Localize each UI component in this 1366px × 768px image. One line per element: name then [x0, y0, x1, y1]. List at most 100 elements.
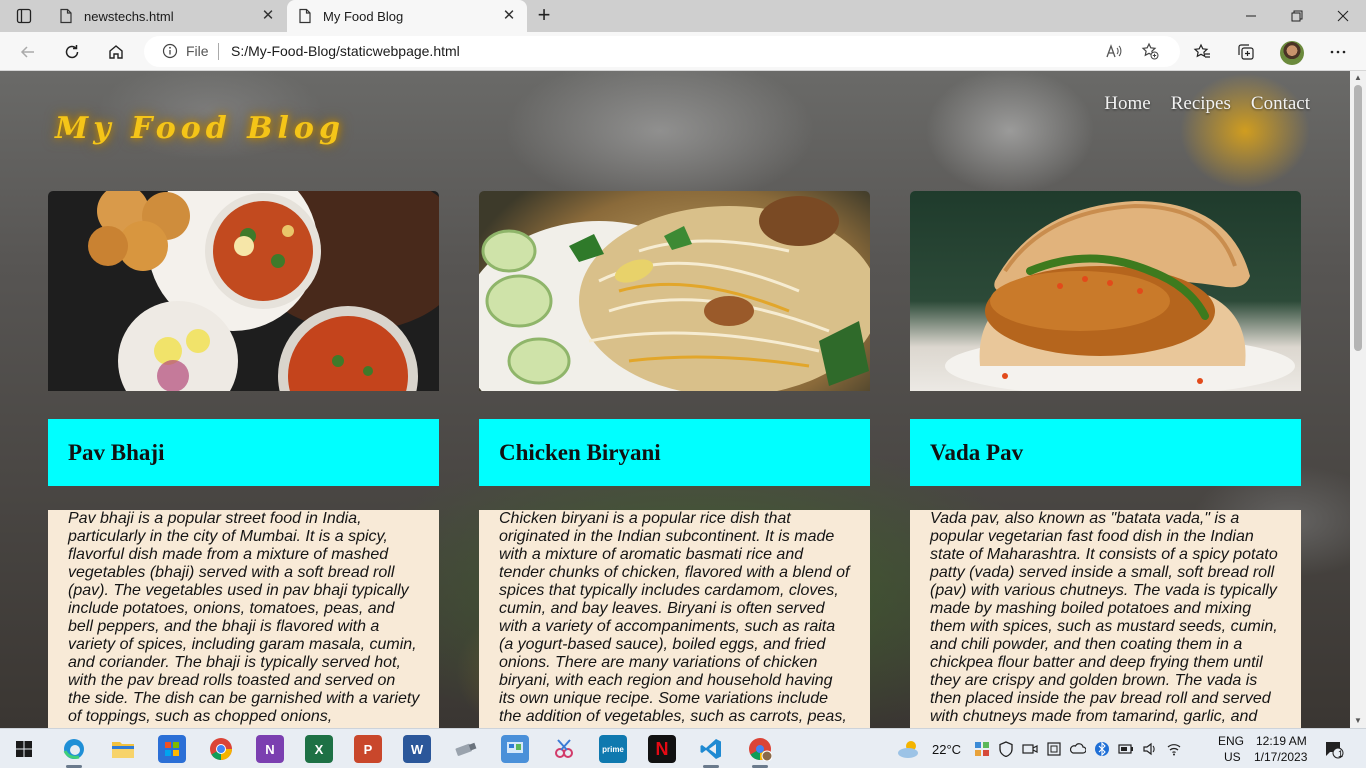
tab-actions-icon — [16, 8, 32, 24]
read-aloud-icon — [1106, 44, 1122, 58]
card-description-text: Vada pav, also known as "batata vada," i… — [930, 510, 1278, 725]
scroll-up-arrow-icon[interactable]: ▲ — [1350, 71, 1366, 85]
close-window-button[interactable] — [1320, 0, 1366, 32]
minimize-icon — [1246, 15, 1256, 17]
browser-toolbar: File S:/My-Food-Blog/staticwebpage.html — [0, 32, 1366, 71]
language-indicator[interactable]: ENG — [1218, 734, 1244, 748]
collections-icon — [1238, 44, 1254, 60]
close-tab-icon[interactable]: ✕ — [260, 8, 276, 24]
tab-title: newstechs.html — [84, 8, 174, 24]
home-icon — [109, 45, 123, 59]
start-button[interactable] — [10, 735, 38, 763]
clock-date[interactable]: 1/17/2023 — [1254, 750, 1307, 764]
new-tab-button[interactable]: + — [532, 4, 556, 28]
tab-my-food-blog[interactable]: My Food Blog ✕ — [287, 0, 527, 32]
read-aloud-button[interactable] — [1104, 41, 1124, 61]
scrollbar-thumb[interactable] — [1354, 85, 1362, 351]
favorites-icon — [1193, 43, 1210, 58]
card-description-text: Chicken biryani is a popular rice dish t… — [499, 510, 850, 725]
url-text[interactable]: S:/My-Food-Blog/staticwebpage.html — [231, 43, 460, 59]
info-icon[interactable] — [162, 43, 178, 59]
tab-actions-menu[interactable] — [8, 4, 40, 28]
security-shield-icon[interactable] — [996, 735, 1016, 763]
app-tray-icon[interactable] — [972, 735, 992, 763]
powerpoint-icon[interactable]: P — [354, 735, 382, 763]
wifi-icon[interactable] — [1164, 735, 1184, 763]
battery-icon[interactable] — [1116, 735, 1136, 763]
chicken-biryani-image — [479, 191, 870, 391]
recipe-card-chicken-biryani: Chicken Biryani Chicken biryani is a pop… — [479, 191, 870, 728]
refresh-button[interactable] — [58, 38, 86, 66]
word-icon[interactable]: W — [403, 735, 431, 763]
prime-video-icon[interactable]: prime — [599, 735, 627, 763]
favorites-button[interactable] — [1188, 38, 1216, 66]
back-button[interactable] — [14, 38, 42, 66]
chrome-profile-icon[interactable] — [746, 735, 774, 763]
vs-code-icon[interactable] — [697, 735, 725, 763]
volume-icon[interactable] — [1140, 735, 1160, 763]
windows-taskbar: N X P W prime N 22°C ENG US 12:19 AM 1/1… — [0, 728, 1366, 768]
restore-icon — [1291, 10, 1303, 22]
file-page-icon — [60, 8, 72, 24]
minimize-button[interactable] — [1228, 0, 1274, 32]
page-viewport: My Food Blog Home Recipes Contact Pav Bh… — [0, 71, 1350, 728]
chrome-icon[interactable] — [207, 735, 235, 763]
file-page-icon — [299, 8, 311, 24]
netflix-icon[interactable]: N — [648, 735, 676, 763]
meet-now-icon[interactable] — [1020, 735, 1040, 763]
star-add-icon — [1141, 42, 1159, 60]
snipping-tool-icon[interactable] — [550, 735, 578, 763]
vertical-scrollbar[interactable]: ▲ ▼ — [1350, 71, 1366, 728]
nav-link-recipes[interactable]: Recipes — [1171, 93, 1231, 115]
notification-count: 1 — [1338, 749, 1344, 759]
window-tray-icon[interactable] — [1044, 735, 1064, 763]
settings-more-button[interactable] — [1324, 38, 1352, 66]
clock-time[interactable]: 12:19 AM — [1256, 734, 1307, 748]
excel-icon[interactable]: X — [305, 735, 333, 763]
card-title-box: Chicken Biryani — [479, 419, 870, 486]
browser-tab-bar: newstechs.html ✕ My Food Blog ✕ + — [0, 0, 1366, 32]
usb-drive-icon[interactable] — [452, 735, 480, 763]
profile-avatar[interactable] — [1280, 41, 1304, 65]
close-icon — [1337, 10, 1349, 22]
nav-link-contact[interactable]: Contact — [1251, 93, 1310, 115]
edge-taskbar-icon[interactable] — [60, 735, 88, 763]
card-title: Pav Bhaji — [68, 439, 165, 465]
card-title-box: Pav Bhaji — [48, 419, 439, 486]
home-button[interactable] — [102, 38, 130, 66]
site-nav: Home Recipes Contact — [1104, 93, 1310, 115]
vada-pav-image — [910, 191, 1301, 391]
weather-icon[interactable] — [896, 735, 924, 763]
card-description: Chicken biryani is a popular rice dish t… — [479, 510, 870, 728]
back-arrow-icon — [20, 46, 34, 58]
card-description-text: Pav bhaji is a popular street food in In… — [68, 510, 420, 725]
weather-temperature[interactable]: 22°C — [932, 742, 961, 757]
region-indicator[interactable]: US — [1224, 750, 1241, 764]
recipe-card-vada-pav: Vada Pav Vada pav, also known as "batata… — [910, 191, 1301, 728]
microsoft-store-icon[interactable] — [158, 735, 186, 763]
onenote-icon[interactable]: N — [256, 735, 284, 763]
close-tab-icon[interactable]: ✕ — [501, 8, 517, 24]
tab-newstechs[interactable]: newstechs.html ✕ — [48, 0, 286, 32]
scroll-down-arrow-icon[interactable]: ▼ — [1350, 714, 1366, 728]
file-explorer-icon[interactable] — [109, 735, 137, 763]
restore-button[interactable] — [1274, 0, 1320, 32]
nav-link-home[interactable]: Home — [1104, 93, 1150, 115]
refresh-icon — [65, 45, 79, 59]
card-title: Vada Pav — [930, 439, 1024, 465]
card-description: Pav bhaji is a popular street food in In… — [48, 510, 439, 728]
site-logo[interactable]: My Food Blog — [55, 111, 345, 146]
pav-bhaji-image — [48, 191, 439, 391]
card-description: Vada pav, also known as "batata vada," i… — [910, 510, 1301, 728]
recipe-card-pav-bhaji: Pav Bhaji Pav bhaji is a popular street … — [48, 191, 439, 728]
address-bar[interactable]: File S:/My-Food-Blog/staticwebpage.html — [144, 36, 1180, 67]
bluetooth-icon[interactable] — [1092, 735, 1112, 763]
tab-title: My Food Blog — [323, 8, 404, 24]
collections-button[interactable] — [1232, 38, 1260, 66]
control-panel-icon[interactable] — [501, 735, 529, 763]
more-options-icon — [1330, 50, 1346, 54]
add-favorite-button[interactable] — [1140, 41, 1160, 61]
card-title: Chicken Biryani — [499, 439, 661, 465]
notification-center-button[interactable]: 1 — [1322, 735, 1346, 763]
onedrive-icon[interactable] — [1068, 735, 1088, 763]
